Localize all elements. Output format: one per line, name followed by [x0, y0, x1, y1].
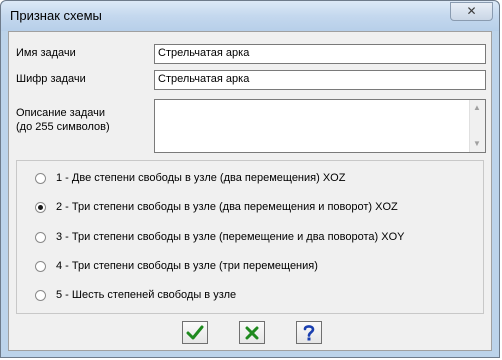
- x-icon: [245, 326, 259, 339]
- task-description-field[interactable]: ▲ ▼: [154, 99, 486, 153]
- radio-icon[interactable]: [35, 260, 46, 272]
- scheme-option-label: 3 - Три степени свободы в узле (перемеще…: [56, 231, 405, 243]
- task-description-label: Описание задачи: [16, 107, 105, 119]
- checkmark-icon: [186, 325, 204, 339]
- radio-icon[interactable]: [35, 172, 46, 184]
- dialog-title: Признак схемы: [10, 8, 102, 23]
- scroll-down-icon[interactable]: ▼: [473, 139, 481, 149]
- task-name-field[interactable]: Стрельчатая арка: [154, 44, 486, 64]
- scheme-option-label: 4 - Три степени свободы в узле (три пере…: [56, 260, 318, 272]
- task-name-label: Имя задачи: [16, 47, 76, 59]
- help-button[interactable]: [296, 321, 322, 344]
- scheme-option-label: 2 - Три степени свободы в узле (два пере…: [56, 201, 398, 213]
- scheme-option-label: 5 - Шесть степеней свободы в узле: [56, 289, 237, 301]
- scroll-up-icon[interactable]: ▲: [473, 103, 481, 113]
- task-code-label: Шифр задачи: [16, 73, 86, 85]
- scheme-option-3[interactable]: 3 - Три степени свободы в узле (перемеще…: [35, 229, 405, 245]
- dialog-client-area: Имя задачи Стрельчатая арка Шифр задачи …: [8, 31, 492, 351]
- scheme-options-group: 1 - Две степени свободы в узле (два пере…: [16, 160, 484, 314]
- ok-button[interactable]: [182, 321, 208, 344]
- close-button[interactable]: ✕: [450, 2, 493, 21]
- scheme-option-label: 1 - Две степени свободы в узле (два пере…: [56, 172, 346, 184]
- cancel-button[interactable]: [239, 321, 265, 344]
- dialog-window: Признак схемы ✕ Имя задачи Стрельчатая а…: [0, 0, 500, 358]
- task-description-limit-label: (до 255 символов): [16, 121, 110, 133]
- scheme-option-5[interactable]: 5 - Шесть степеней свободы в узле: [35, 287, 236, 303]
- title-bar[interactable]: Признак схемы ✕: [1, 1, 499, 31]
- scheme-option-4[interactable]: 4 - Три степени свободы в узле (три пере…: [35, 258, 318, 274]
- scheme-option-2[interactable]: 2 - Три степени свободы в узле (два пере…: [35, 199, 398, 215]
- description-scrollbar[interactable]: ▲ ▼: [469, 100, 485, 152]
- radio-icon[interactable]: [35, 289, 46, 301]
- question-icon: [303, 324, 315, 340]
- radio-selected-icon[interactable]: [35, 201, 46, 213]
- scheme-option-1[interactable]: 1 - Две степени свободы в узле (два пере…: [35, 170, 345, 186]
- radio-icon[interactable]: [35, 231, 46, 243]
- close-icon: ✕: [466, 4, 477, 18]
- task-code-field[interactable]: Стрельчатая арка: [154, 70, 486, 90]
